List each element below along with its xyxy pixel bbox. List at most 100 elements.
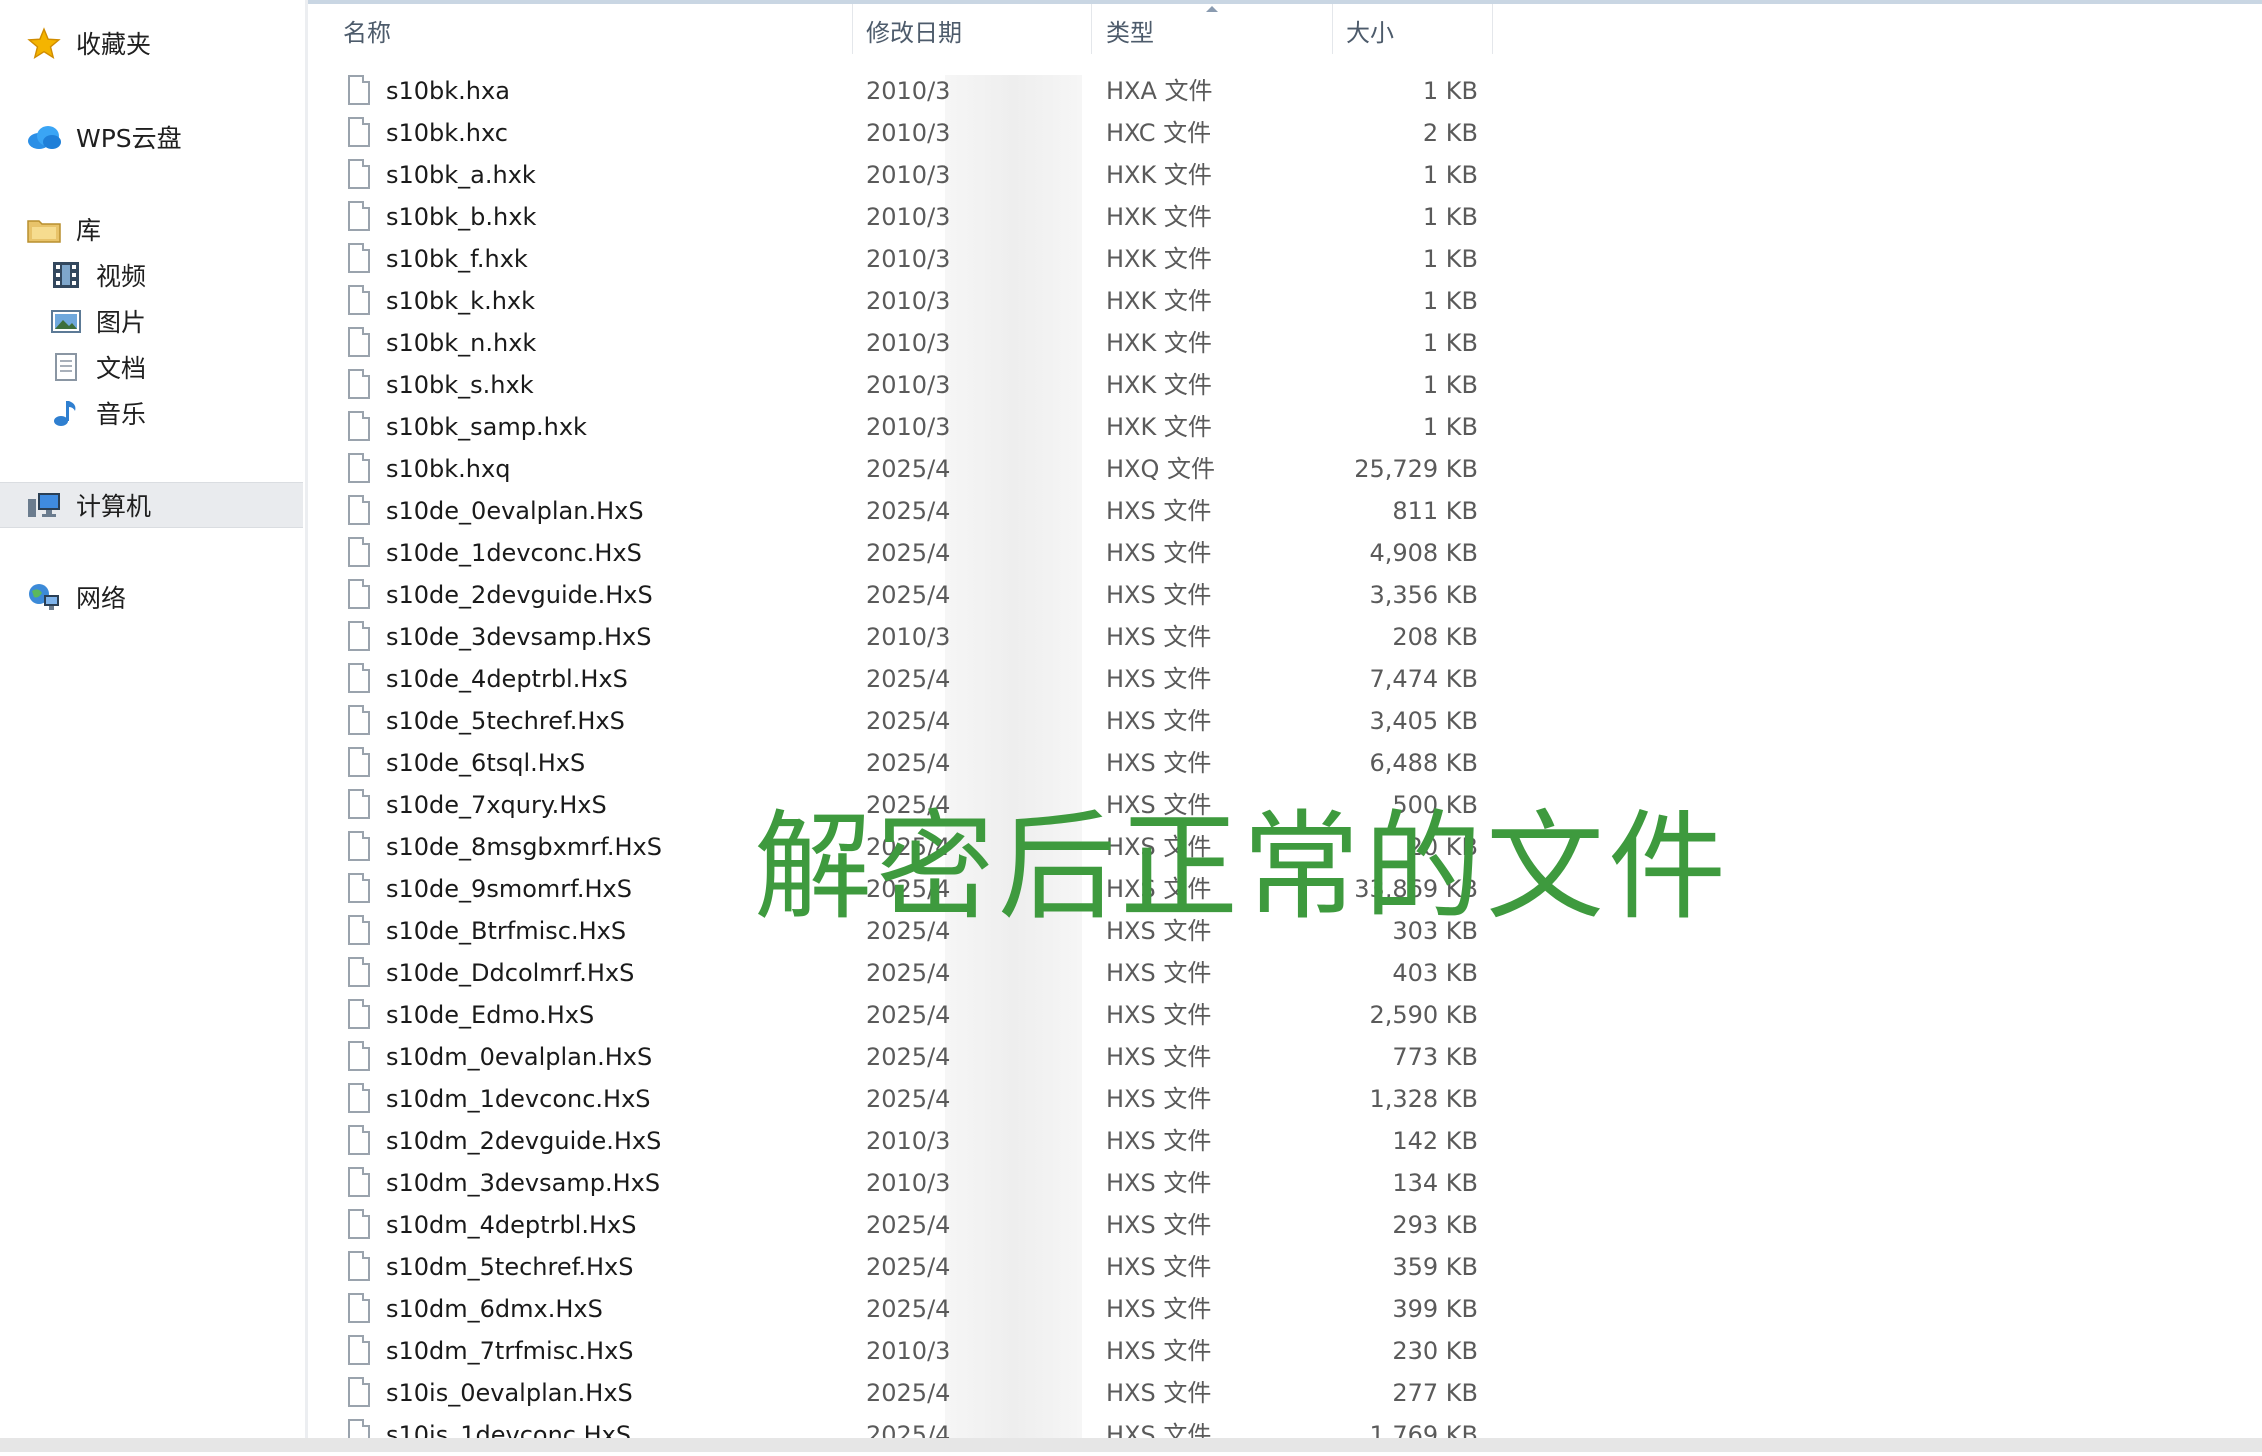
- file-row[interactable]: s10dm_4deptrbl.HxS 2025/4 HXS 文件 293 KB: [330, 1204, 1490, 1246]
- file-row[interactable]: s10dm_3devsamp.HxS 2010/3 HXS 文件 134 KB: [330, 1162, 1490, 1204]
- file-name: s10de_7xqury.HxS: [386, 791, 607, 819]
- film-icon: [50, 260, 82, 290]
- picture-icon: [50, 306, 82, 336]
- file-row[interactable]: s10bk_s.hxk 2010/3 HXK 文件 1 KB: [330, 364, 1490, 406]
- file-icon: [348, 285, 370, 315]
- file-icon: [348, 579, 370, 609]
- navigation-pane: 收藏夹 WPS云盘 库 视频 图片 文档 音乐 计算机 网络: [0, 0, 305, 1440]
- nav-favorites[interactable]: 收藏夹: [26, 20, 151, 66]
- file-row[interactable]: s10dm_1devconc.HxS 2025/4 HXS 文件 1,328 KB: [330, 1078, 1490, 1120]
- file-size: 3,356 KB: [1369, 581, 1478, 609]
- file-size: 359 KB: [1392, 1253, 1478, 1281]
- file-size: 277 KB: [1392, 1379, 1478, 1407]
- nav-music[interactable]: 音乐: [50, 390, 146, 436]
- column-name-label: 名称: [343, 18, 391, 47]
- file-name: s10de_Edmo.HxS: [386, 1001, 595, 1029]
- file-size: 208 KB: [1392, 623, 1478, 651]
- column-header-modified[interactable]: 修改日期: [866, 0, 962, 60]
- file-name: s10bk_f.hxk: [386, 245, 528, 273]
- file-row[interactable]: s10dm_7trfmisc.HxS 2010/3 HXS 文件 230 KB: [330, 1330, 1490, 1372]
- nav-wps-cloud[interactable]: WPS云盘: [26, 114, 182, 160]
- file-row[interactable]: s10dm_2devguide.HxS 2010/3 HXS 文件 142 KB: [330, 1120, 1490, 1162]
- file-type: HXS 文件: [1106, 1043, 1212, 1071]
- nav-network[interactable]: 网络: [26, 574, 126, 620]
- file-row[interactable]: s10de_4deptrbl.HxS 2025/4 HXS 文件 7,474 KB: [330, 658, 1490, 700]
- file-date: 2025/4: [866, 1043, 951, 1071]
- file-name: s10de_9smomrf.HxS: [386, 875, 632, 903]
- column-header-type[interactable]: 类型: [1106, 0, 1154, 60]
- file-date: 2010/3: [866, 77, 951, 105]
- file-row[interactable]: s10bk_n.hxk 2010/3 HXK 文件 1 KB: [330, 322, 1490, 364]
- file-name: s10dm_2devguide.HxS: [386, 1127, 662, 1155]
- file-row[interactable]: s10bk.hxq 2025/4 HXQ 文件 25,729 KB: [330, 448, 1490, 490]
- file-size: 1 KB: [1422, 287, 1478, 315]
- pane-divider[interactable]: [305, 0, 308, 1440]
- file-type: HXK 文件: [1106, 161, 1212, 189]
- file-date: 2010/3: [866, 203, 951, 231]
- file-date: 2025/4: [866, 665, 951, 693]
- nav-videos[interactable]: 视频: [50, 252, 146, 298]
- file-date: 2010/3: [866, 413, 951, 441]
- file-size: 142 KB: [1392, 1127, 1478, 1155]
- column-separator[interactable]: [852, 4, 853, 54]
- file-name: s10bk_s.hxk: [386, 371, 534, 399]
- nav-documents[interactable]: 文档: [50, 344, 146, 390]
- file-icon: [348, 873, 370, 903]
- file-row[interactable]: s10de_1devconc.HxS 2025/4 HXS 文件 4,908 KB: [330, 532, 1490, 574]
- file-row[interactable]: s10bk_samp.hxk 2010/3 HXK 文件 1 KB: [330, 406, 1490, 448]
- file-name: s10bk.hxc: [386, 119, 508, 147]
- nav-computer[interactable]: 计算机: [0, 482, 303, 528]
- file-size: 4,908 KB: [1369, 539, 1478, 567]
- nav-label: 库: [76, 216, 102, 245]
- file-size: 1,328 KB: [1369, 1085, 1478, 1113]
- file-size: 7,474 KB: [1369, 665, 1478, 693]
- file-size: 1 KB: [1422, 203, 1478, 231]
- file-row[interactable]: s10bk.hxc 2010/3 HXC 文件 2 KB: [330, 112, 1490, 154]
- nav-label: 计算机: [76, 492, 152, 521]
- file-icon: [348, 327, 370, 357]
- horizontal-scrollbar[interactable]: [0, 1438, 2262, 1452]
- file-date: 2025/4: [866, 707, 951, 735]
- file-name: s10de_4deptrbl.HxS: [386, 665, 628, 693]
- file-row[interactable]: s10bk_b.hxk 2010/3 HXK 文件 1 KB: [330, 196, 1490, 238]
- file-row[interactable]: s10de_5techref.HxS 2025/4 HXS 文件 3,405 KB: [330, 700, 1490, 742]
- file-row[interactable]: s10de_2devguide.HxS 2025/4 HXS 文件 3,356 KB: [330, 574, 1490, 616]
- file-type: HXC 文件: [1106, 119, 1212, 147]
- file-row[interactable]: s10de_Ddcolmrf.HxS 2025/4 HXS 文件 403 KB: [330, 952, 1490, 994]
- file-row[interactable]: s10de_0evalplan.HxS 2025/4 HXS 文件 811 KB: [330, 490, 1490, 532]
- file-row[interactable]: s10dm_5techref.HxS 2025/4 HXS 文件 359 KB: [330, 1246, 1490, 1288]
- file-row[interactable]: s10bk_k.hxk 2010/3 HXK 文件 1 KB: [330, 280, 1490, 322]
- file-date: 2025/4: [866, 749, 951, 777]
- file-row[interactable]: s10de_6tsql.HxS 2025/4 HXS 文件 6,488 KB: [330, 742, 1490, 784]
- file-row[interactable]: s10dm_6dmx.HxS 2025/4 HXS 文件 399 KB: [330, 1288, 1490, 1330]
- file-name: s10bk.hxq: [386, 455, 511, 483]
- network-icon: [26, 581, 62, 613]
- file-name: s10de_0evalplan.HxS: [386, 497, 644, 525]
- file-row[interactable]: s10de_3devsamp.HxS 2010/3 HXS 文件 208 KB: [330, 616, 1490, 658]
- column-separator[interactable]: [1332, 4, 1333, 54]
- column-separator[interactable]: [1492, 4, 1493, 54]
- file-type: HXK 文件: [1106, 329, 1212, 357]
- file-type: HXS 文件: [1106, 539, 1212, 567]
- column-header-size[interactable]: 大小: [1346, 0, 1394, 60]
- file-icon: [348, 1083, 370, 1113]
- file-icon: [348, 1167, 370, 1197]
- file-date: 2010/3: [866, 1169, 951, 1197]
- file-name: s10de_Ddcolmrf.HxS: [386, 959, 635, 987]
- nav-label: 音乐: [96, 400, 147, 429]
- file-name: s10dm_1devconc.HxS: [386, 1085, 651, 1113]
- file-row[interactable]: s10bk_a.hxk 2010/3 HXK 文件 1 KB: [330, 154, 1490, 196]
- file-row[interactable]: s10bk_f.hxk 2010/3 HXK 文件 1 KB: [330, 238, 1490, 280]
- column-header-name[interactable]: 名称: [343, 0, 391, 60]
- file-type: HXS 文件: [1106, 1085, 1212, 1113]
- nav-pictures[interactable]: 图片: [50, 298, 146, 344]
- column-separator[interactable]: [1091, 4, 1092, 54]
- file-row[interactable]: s10de_Edmo.HxS 2025/4 HXS 文件 2,590 KB: [330, 994, 1490, 1036]
- file-row[interactable]: s10is_0evalplan.HxS 2025/4 HXS 文件 277 KB: [330, 1372, 1490, 1414]
- file-name: s10de_Btrfmisc.HxS: [386, 917, 627, 945]
- nav-libraries[interactable]: 库: [26, 206, 101, 252]
- file-row[interactable]: s10dm_0evalplan.HxS 2025/4 HXS 文件 773 KB: [330, 1036, 1490, 1078]
- file-row[interactable]: s10bk.hxa 2010/3 HXA 文件 1 KB: [330, 70, 1490, 112]
- file-date: 2025/4: [866, 581, 951, 609]
- file-type: HXS 文件: [1106, 749, 1212, 777]
